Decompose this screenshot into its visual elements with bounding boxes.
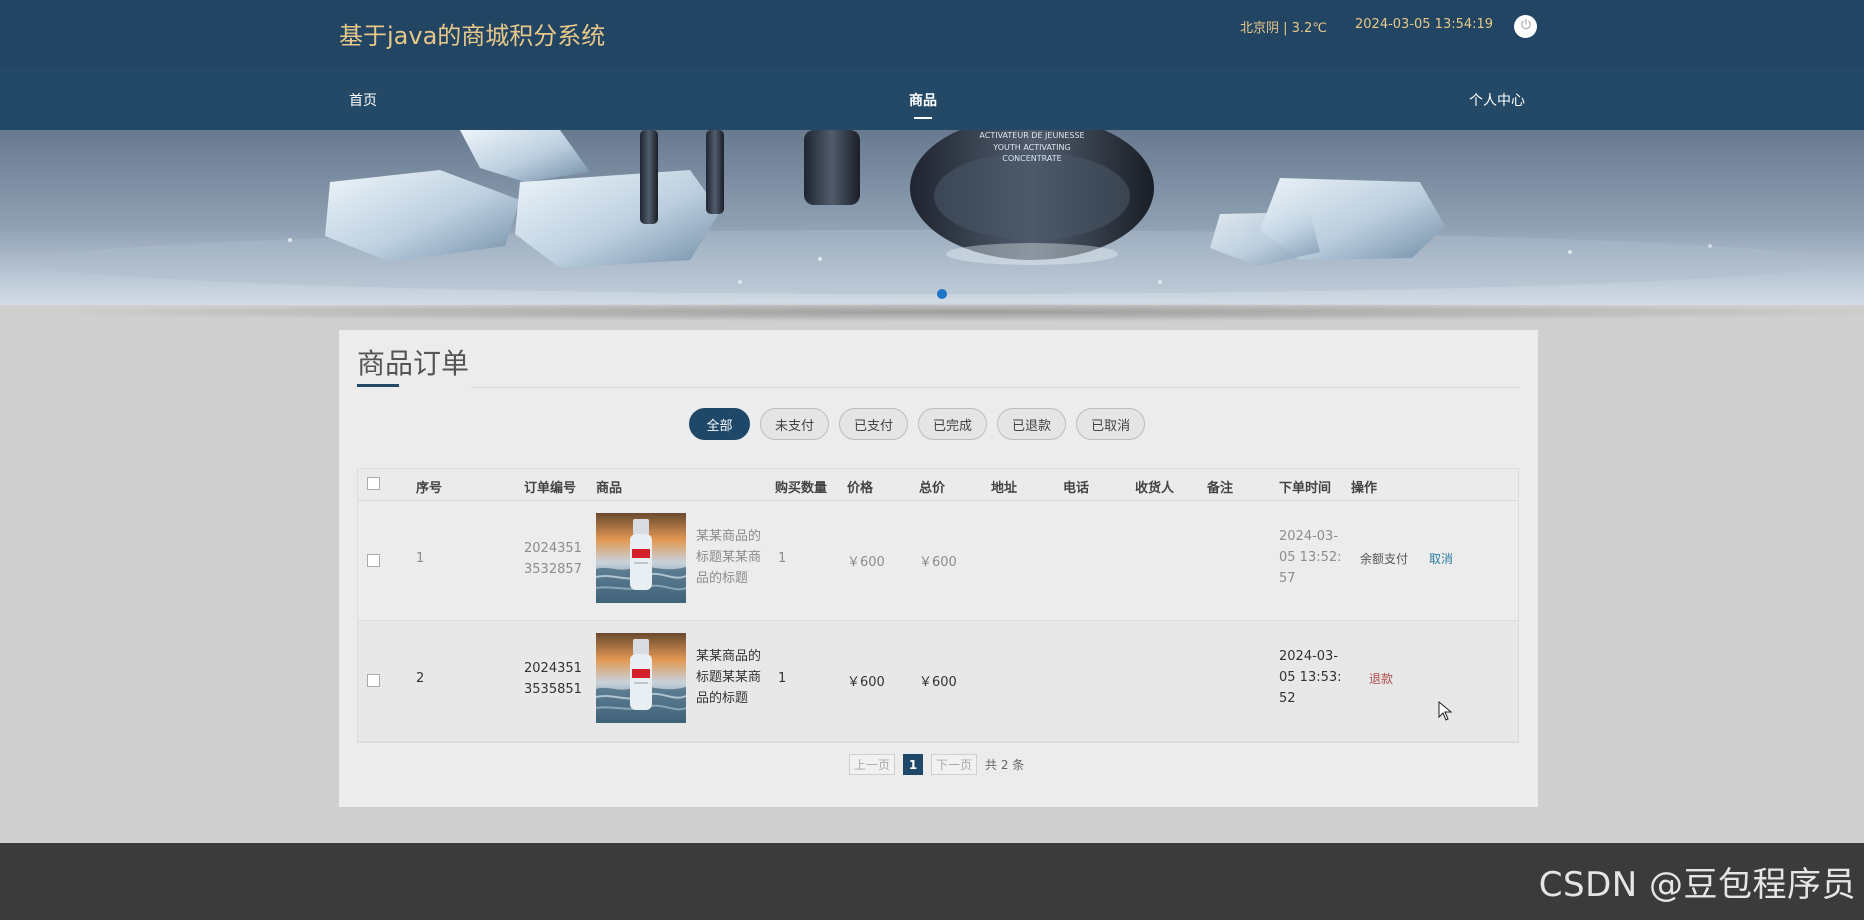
next-page-button[interactable]: 下一页 (931, 754, 978, 775)
order-time-line-2: 05 13:53: (1279, 670, 1342, 685)
product-name-line-2: 标题某某商 (696, 550, 762, 565)
header-order-number: 订单编号 (524, 481, 577, 496)
product-name-line-2: 标题某某商 (696, 670, 762, 685)
nav-products[interactable]: 商品 (909, 90, 937, 110)
order-time-line-3: 57 (1279, 571, 1296, 586)
row-checkbox[interactable] (367, 554, 380, 567)
order-number: 2024351 3532857 (524, 538, 582, 580)
header-top-bar: 基于java的商城积分系统 北京阴 | 3.2℃ 2024-03-05 13:5… (0, 0, 1864, 66)
order-time: 2024-03- 05 13:53: 52 (1279, 646, 1342, 709)
order-number-line-2: 3532857 (524, 562, 582, 577)
total-price: ￥600 (919, 555, 957, 570)
banner-text-line-3: CONCENTRATE (1002, 154, 1061, 163)
product-name-line-1: 某某商品的 (696, 529, 762, 544)
site-footer: CSDN @豆包程序员 (0, 843, 1864, 920)
nav-active-indicator (914, 117, 932, 119)
table-row: 2 2024351 3535851 某某商品的 标题某某商 品的标题 1 ￥60… (358, 621, 1518, 742)
tab-all[interactable]: 全部 (689, 408, 750, 440)
order-time-line-1: 2024-03- (1279, 529, 1339, 544)
price: ￥600 (847, 675, 885, 690)
weather-text: 北京阴 | 3.2℃ (1240, 21, 1327, 36)
title-divider (471, 387, 1520, 388)
banner-carousel[interactable]: ACTIVATEUR DE JEUNESSE YOUTH ACTIVATING … (0, 130, 1864, 305)
product-thumbnail[interactable] (596, 633, 686, 723)
tab-paid[interactable]: 已支付 (839, 408, 909, 440)
product-name-line-1: 某某商品的 (696, 649, 762, 664)
pagination: 上一页 1 下一页 共 2 条 (849, 754, 1024, 775)
header-note: 备注 (1207, 481, 1234, 496)
header-quantity: 购买数量 (775, 481, 828, 496)
power-button[interactable] (1514, 15, 1537, 38)
datetime-text: 2024-03-05 13:54:19 (1355, 17, 1494, 32)
quantity: 1 (778, 671, 787, 686)
header-order-time: 下单时间 (1279, 481, 1332, 496)
product-thumbnail[interactable] (596, 513, 686, 603)
row-index: 2 (416, 671, 425, 686)
order-number-line-1: 2024351 (524, 661, 582, 676)
header-actions: 操作 (1351, 481, 1378, 496)
orders-table: 序号 订单编号 商品 购买数量 价格 总价 地址 电话 收货人 备注 下单时间 … (357, 468, 1519, 743)
balance-pay-button[interactable]: 余额支付 (1360, 550, 1408, 567)
total-count: 共 2 条 (985, 758, 1025, 772)
order-status-tabs: 全部 未支付 已支付 已完成 已退款 已取消 (689, 408, 1146, 440)
page: 基于java的商城积分系统 北京阴 | 3.2℃ 2024-03-05 13:5… (0, 0, 1864, 920)
header-total: 总价 (919, 481, 946, 496)
refund-button[interactable]: 退款 (1369, 670, 1393, 687)
site-title[interactable]: 基于java的商城积分系统 (339, 16, 605, 51)
order-time: 2024-03- 05 13:52: 57 (1279, 526, 1342, 589)
banner-image: ACTIVATEUR DE JEUNESSE YOUTH ACTIVATING … (0, 130, 1864, 305)
header-product: 商品 (596, 481, 623, 496)
row-index: 1 (416, 551, 425, 566)
power-icon (1519, 17, 1533, 36)
product-name-line-3: 品的标题 (696, 691, 749, 706)
table-row: 1 2024351 3532857 某某商品的 标题某某商 品的标题 1 ￥60… (358, 501, 1518, 621)
tab-refunded[interactable]: 已退款 (997, 408, 1067, 440)
select-all-checkbox[interactable] (367, 477, 380, 490)
price: ￥600 (847, 555, 885, 570)
title-accent-rule (357, 384, 399, 387)
header-receiver: 收货人 (1135, 481, 1175, 496)
quantity: 1 (778, 551, 787, 566)
tab-unpaid[interactable]: 未支付 (760, 408, 830, 440)
order-time-line-3: 52 (1279, 691, 1296, 706)
order-number-line-2: 3535851 (524, 682, 582, 697)
nav-home[interactable]: 首页 (349, 90, 377, 110)
cancel-order-button[interactable]: 取消 (1429, 550, 1453, 567)
order-time-line-2: 05 13:52: (1279, 550, 1342, 565)
page-1-button[interactable]: 1 (903, 754, 924, 775)
main-nav: 首页 商品 个人中心 (0, 66, 1864, 130)
banner-shadow (80, 303, 1864, 321)
page-title: 商品订单 (357, 347, 470, 380)
banner-text-line-2: YOUTH ACTIVATING (992, 143, 1070, 152)
order-number: 2024351 3535851 (524, 658, 582, 700)
header-price: 价格 (847, 481, 874, 496)
table-header: 序号 订单编号 商品 购买数量 价格 总价 地址 电话 收货人 备注 下单时间 … (358, 469, 1518, 501)
header-address: 地址 (991, 481, 1018, 496)
carousel-indicator-dot[interactable] (937, 289, 947, 299)
product-name[interactable]: 某某商品的 标题某某商 品的标题 (696, 526, 761, 589)
header-phone: 电话 (1063, 481, 1090, 496)
order-number-line-1: 2024351 (524, 541, 582, 556)
mouse-cursor-icon (1438, 700, 1453, 721)
row-checkbox[interactable] (367, 674, 380, 687)
product-name-line-3: 品的标题 (696, 571, 749, 586)
prev-page-button[interactable]: 上一页 (849, 754, 896, 775)
site-header: 基于java的商城积分系统 北京阴 | 3.2℃ 2024-03-05 13:5… (0, 0, 1864, 130)
order-card: 商品订单 全部 未支付 已支付 已完成 已退款 已取消 序号 订单编号 商品 购… (339, 330, 1538, 807)
banner-text-line-1: ACTIVATEUR DE JEUNESSE (979, 131, 1084, 140)
tab-completed[interactable]: 已完成 (918, 408, 988, 440)
total-price: ￥600 (919, 675, 957, 690)
nav-personal-center[interactable]: 个人中心 (1469, 90, 1525, 110)
product-name[interactable]: 某某商品的 标题某某商 品的标题 (696, 646, 761, 709)
header-index: 序号 (416, 481, 443, 496)
watermark-text: CSDN @豆包程序员 (1538, 865, 1856, 905)
tab-cancelled[interactable]: 已取消 (1076, 408, 1146, 440)
order-time-line-1: 2024-03- (1279, 649, 1339, 664)
